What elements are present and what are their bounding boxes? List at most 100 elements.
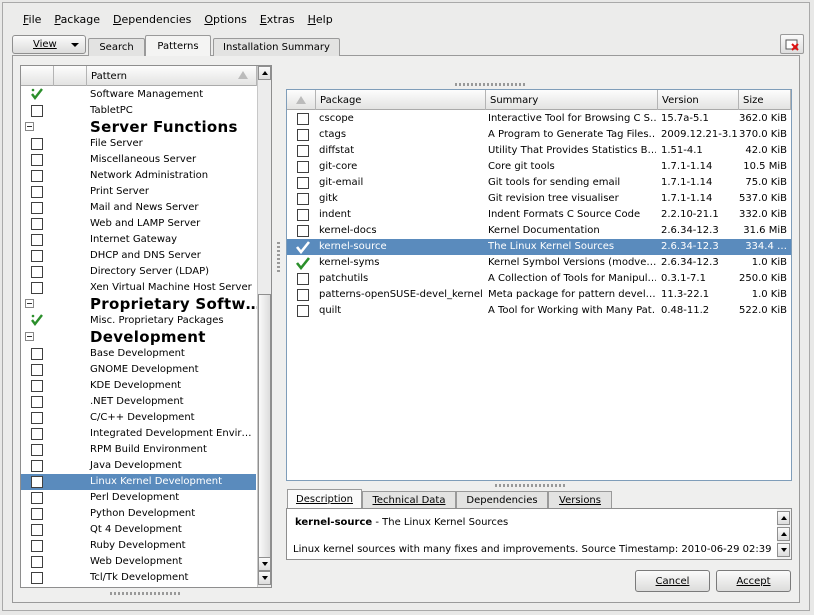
- tab-dependencies[interactable]: Dependencies: [456, 491, 548, 509]
- pattern-row[interactable]: Network Administration: [21, 168, 256, 184]
- pattern-checkbox[interactable]: [31, 364, 43, 376]
- collapse-icon[interactable]: [25, 122, 34, 131]
- pattern-checkbox[interactable]: [31, 266, 43, 278]
- pattern-row[interactable]: KDE Development: [21, 378, 256, 394]
- package-checkbox[interactable]: [297, 161, 309, 173]
- menu-dependencies[interactable]: Dependencies: [113, 13, 191, 26]
- package-row[interactable]: quilt A Tool for Working with Many Pat… 0.…: [287, 303, 791, 319]
- package-row[interactable]: kernel-docs Kernel Documentation 2.6.34-12…: [287, 223, 791, 239]
- pattern-checkbox[interactable]: [31, 105, 43, 117]
- collapse-icon[interactable]: [25, 332, 34, 341]
- pattern-checkbox[interactable]: [31, 540, 43, 552]
- scroll-thumb[interactable]: [258, 294, 271, 558]
- pattern-checkbox[interactable]: [31, 186, 43, 198]
- package-checkbox[interactable]: [297, 305, 309, 317]
- pattern-checkbox[interactable]: [31, 202, 43, 214]
- summary-column-header[interactable]: Summary: [486, 90, 658, 110]
- package-row[interactable]: patchutils A Collection of Tools for Mani…: [287, 271, 791, 287]
- package-checkbox[interactable]: [297, 209, 309, 221]
- pattern-checkbox[interactable]: [31, 444, 43, 456]
- pattern-row[interactable]: Misc. Proprietary Packages: [21, 313, 256, 329]
- splitter-grip-top[interactable]: [455, 83, 525, 86]
- pattern-row[interactable]: Miscellaneous Server: [21, 152, 256, 168]
- pattern-row[interactable]: Directory Server (LDAP): [21, 264, 256, 280]
- package-row[interactable]: gitk Git revision tree visualiser 1.7.1-1.…: [287, 191, 791, 207]
- pattern-row[interactable]: Web Development: [21, 554, 256, 570]
- version-column-header[interactable]: Version: [658, 90, 739, 110]
- size-column-header[interactable]: Size: [739, 90, 791, 110]
- package-row[interactable]: kernel-syms Kernel Symbol Versions (modve…: [287, 255, 791, 271]
- pattern-column-header[interactable]: Pattern: [87, 66, 257, 86]
- pattern-row[interactable]: Internet Gateway: [21, 232, 256, 248]
- scroll-up-button-2[interactable]: [777, 527, 790, 541]
- pattern-row[interactable]: Web and LAMP Server: [21, 216, 256, 232]
- pattern-row[interactable]: Base Development: [21, 346, 256, 362]
- status-column-header[interactable]: [287, 90, 316, 110]
- pattern-group-row[interactable]: Server Functions: [21, 118, 256, 136]
- package-checkbox[interactable]: [297, 177, 309, 189]
- tab-technical-data[interactable]: Technical Data: [362, 491, 456, 509]
- pattern-checkbox[interactable]: [31, 460, 43, 472]
- scroll-down-button[interactable]: [258, 557, 271, 571]
- pattern-checkbox[interactable]: [31, 138, 43, 150]
- view-menu-button[interactable]: View: [12, 35, 86, 54]
- pattern-checkbox[interactable]: [31, 380, 43, 392]
- pattern-checkbox[interactable]: [31, 234, 43, 246]
- pattern-checkbox[interactable]: [31, 572, 43, 584]
- pattern-checkbox[interactable]: [31, 508, 43, 520]
- pattern-checkbox[interactable]: [31, 492, 43, 504]
- pattern-row[interactable]: Xen Virtual Machine Host Server: [21, 280, 256, 296]
- scroll-up-button[interactable]: [777, 511, 790, 525]
- pattern-checkbox[interactable]: [31, 282, 43, 294]
- package-checkbox[interactable]: [297, 289, 309, 301]
- menu-extras[interactable]: Extras: [260, 13, 295, 26]
- pattern-row[interactable]: Integrated Development Envir…: [21, 426, 256, 442]
- description-scrollbar[interactable]: [777, 509, 791, 559]
- package-checkbox[interactable]: [297, 225, 309, 237]
- pattern-checkbox[interactable]: [31, 428, 43, 440]
- splitter-grip-middle[interactable]: [495, 484, 565, 487]
- scroll-up-button[interactable]: [258, 66, 271, 80]
- package-row[interactable]: indent Indent Formats C Source Code 2.2.10…: [287, 207, 791, 223]
- scroll-down-button-2[interactable]: [258, 571, 271, 585]
- close-tab-button[interactable]: [780, 34, 804, 54]
- pattern-row[interactable]: Ruby Development: [21, 538, 256, 554]
- pattern-list-scrollbar[interactable]: [257, 66, 271, 587]
- accept-button[interactable]: Accept: [716, 570, 791, 592]
- pattern-checkbox[interactable]: [31, 170, 43, 182]
- package-row[interactable]: git-email Git tools for sending email 1.7.…: [287, 175, 791, 191]
- package-row[interactable]: kernel-source The Linux Kernel Sources 2.6…: [287, 239, 791, 255]
- pattern-row[interactable]: Linux Kernel Development: [21, 474, 256, 490]
- tab-search[interactable]: Search: [88, 38, 145, 56]
- pattern-row[interactable]: Software Management: [21, 87, 256, 103]
- splitter-grip[interactable]: [110, 592, 180, 595]
- package-row[interactable]: cscope Interactive Tool for Browsing C S……: [287, 111, 791, 127]
- menu-package[interactable]: Package: [54, 13, 100, 26]
- pattern-checkbox[interactable]: [31, 154, 43, 166]
- pattern-row[interactable]: C/C++ Development: [21, 410, 256, 426]
- package-row[interactable]: patterns-openSUSE-devel_kernel Meta packa…: [287, 287, 791, 303]
- package-checkbox[interactable]: [297, 129, 309, 141]
- menu-file[interactable]: File: [23, 13, 41, 26]
- icon-column-header[interactable]: [54, 66, 87, 86]
- splitter-grip-vertical[interactable]: [277, 242, 280, 272]
- package-row[interactable]: ctags A Program to Generate Tag Files… 200…: [287, 127, 791, 143]
- pattern-checkbox[interactable]: [31, 556, 43, 568]
- tab-patterns[interactable]: Patterns: [145, 35, 211, 56]
- installed-check-icon[interactable]: [31, 314, 43, 329]
- installed-check-icon[interactable]: [31, 88, 43, 103]
- pattern-group-row[interactable]: Proprietary Softw…: [21, 295, 261, 313]
- cancel-button[interactable]: Cancel: [635, 570, 710, 592]
- pattern-checkbox[interactable]: [31, 412, 43, 424]
- package-checkbox[interactable]: [297, 273, 309, 285]
- collapse-icon[interactable]: [25, 299, 34, 308]
- pattern-checkbox[interactable]: [31, 476, 43, 488]
- package-row[interactable]: diffstat Utility That Provides Statistics…: [287, 143, 791, 159]
- pattern-row[interactable]: Java Development: [21, 458, 256, 474]
- pattern-checkbox[interactable]: [31, 250, 43, 262]
- package-checkbox[interactable]: [297, 193, 309, 205]
- pattern-row[interactable]: RPM Build Environment: [21, 442, 256, 458]
- pattern-row[interactable]: Tcl/Tk Development: [21, 570, 256, 586]
- pattern-row[interactable]: Perl Development: [21, 490, 256, 506]
- package-checkbox[interactable]: [297, 145, 309, 157]
